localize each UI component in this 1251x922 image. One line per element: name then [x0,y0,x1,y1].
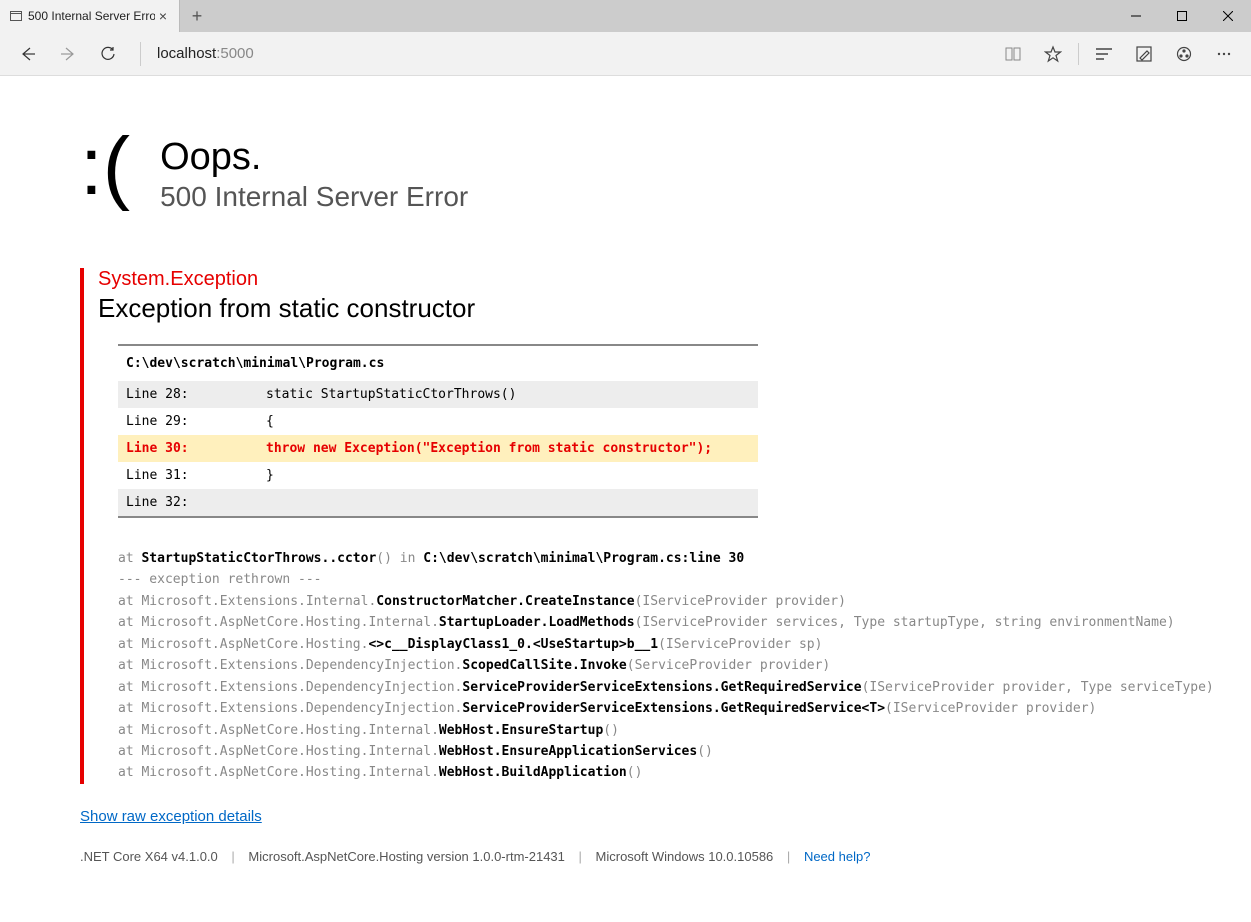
stack-frame: at Microsoft.Extensions.DependencyInject… [118,677,1251,698]
tab-title: 500 Internal Server Error [28,9,155,23]
stack-frame: at Microsoft.AspNetCore.Hosting.Internal… [118,762,1251,783]
minimize-button[interactable] [1113,0,1159,32]
back-button[interactable] [8,34,48,74]
share-icon[interactable] [1165,35,1203,73]
window-controls [1113,0,1251,32]
error-header: :( Oops. 500 Internal Server Error [80,136,1251,218]
browser-tab[interactable]: 500 Internal Server Error × [0,0,180,32]
stack-frame: at Microsoft.Extensions.Internal.Constru… [118,591,1251,612]
stack-frame: --- exception rethrown --- [118,569,1251,590]
maximize-button[interactable] [1159,0,1205,32]
webnote-icon[interactable] [1125,35,1163,73]
footer-os: Microsoft Windows 10.0.10586 [596,849,774,864]
stack-frame: at Microsoft.AspNetCore.Hosting.Internal… [118,720,1251,741]
source-line-highlighted: Line 30: throw new Exception("Exception … [118,435,758,462]
exception-type: System.Exception [98,268,1251,291]
source-line: Line 29: { [118,408,758,435]
address-bar[interactable]: localhost:5000 [147,45,994,62]
sad-face-icon: :( [80,126,130,208]
raw-exception-link[interactable]: Show raw exception details [80,808,1251,825]
titlebar: 500 Internal Server Error × + [0,0,1251,32]
stack-frame: at Microsoft.Extensions.DependencyInject… [118,655,1251,676]
stack-frame: at Microsoft.AspNetCore.Hosting.<>c__Dis… [118,634,1251,655]
close-window-button[interactable] [1205,0,1251,32]
stack-trace: at StartupStaticCtorThrows..cctor() in C… [118,548,1251,784]
address-host: localhost [157,45,216,62]
refresh-button[interactable] [88,34,128,74]
source-line: Line 31: } [118,462,758,489]
favorites-icon[interactable] [1034,35,1072,73]
reading-view-icon[interactable] [994,35,1032,73]
source-line: Line 28: static StartupStaticCtorThrows(… [118,381,758,408]
stack-frame: at Microsoft.AspNetCore.Hosting.Internal… [118,741,1251,762]
source-line: Line 32: [118,489,758,516]
exception-block: System.Exception Exception from static c… [80,268,1251,784]
stack-frame: at StartupStaticCtorThrows..cctor() in C… [118,548,1251,569]
tab-close-icon[interactable]: × [155,8,171,24]
footer: .NET Core X64 v4.1.0.0 | Microsoft.AspNe… [80,849,1251,864]
footer-help-link[interactable]: Need help? [804,849,871,864]
tab-favicon-icon [10,10,22,22]
exception-message: Exception from static constructor [98,293,1251,324]
error-subtitle: 500 Internal Server Error [160,181,468,213]
source-file: C:\dev\scratch\minimal\Program.cs [118,346,758,381]
footer-hosting: Microsoft.AspNetCore.Hosting version 1.0… [248,849,564,864]
toolbar: localhost:5000 [0,32,1251,76]
source-snippet: C:\dev\scratch\minimal\Program.cs Line 2… [118,344,758,518]
oops-heading: Oops. [160,136,468,179]
stack-frame: at Microsoft.AspNetCore.Hosting.Internal… [118,612,1251,633]
address-port: :5000 [216,45,254,62]
page-content: :( Oops. 500 Internal Server Error Syste… [0,76,1251,864]
new-tab-button[interactable]: + [180,0,214,32]
more-icon[interactable] [1205,35,1243,73]
forward-button[interactable] [48,34,88,74]
hub-icon[interactable] [1085,35,1123,73]
footer-runtime: .NET Core X64 v4.1.0.0 [80,849,218,864]
stack-frame: at Microsoft.Extensions.DependencyInject… [118,698,1251,719]
